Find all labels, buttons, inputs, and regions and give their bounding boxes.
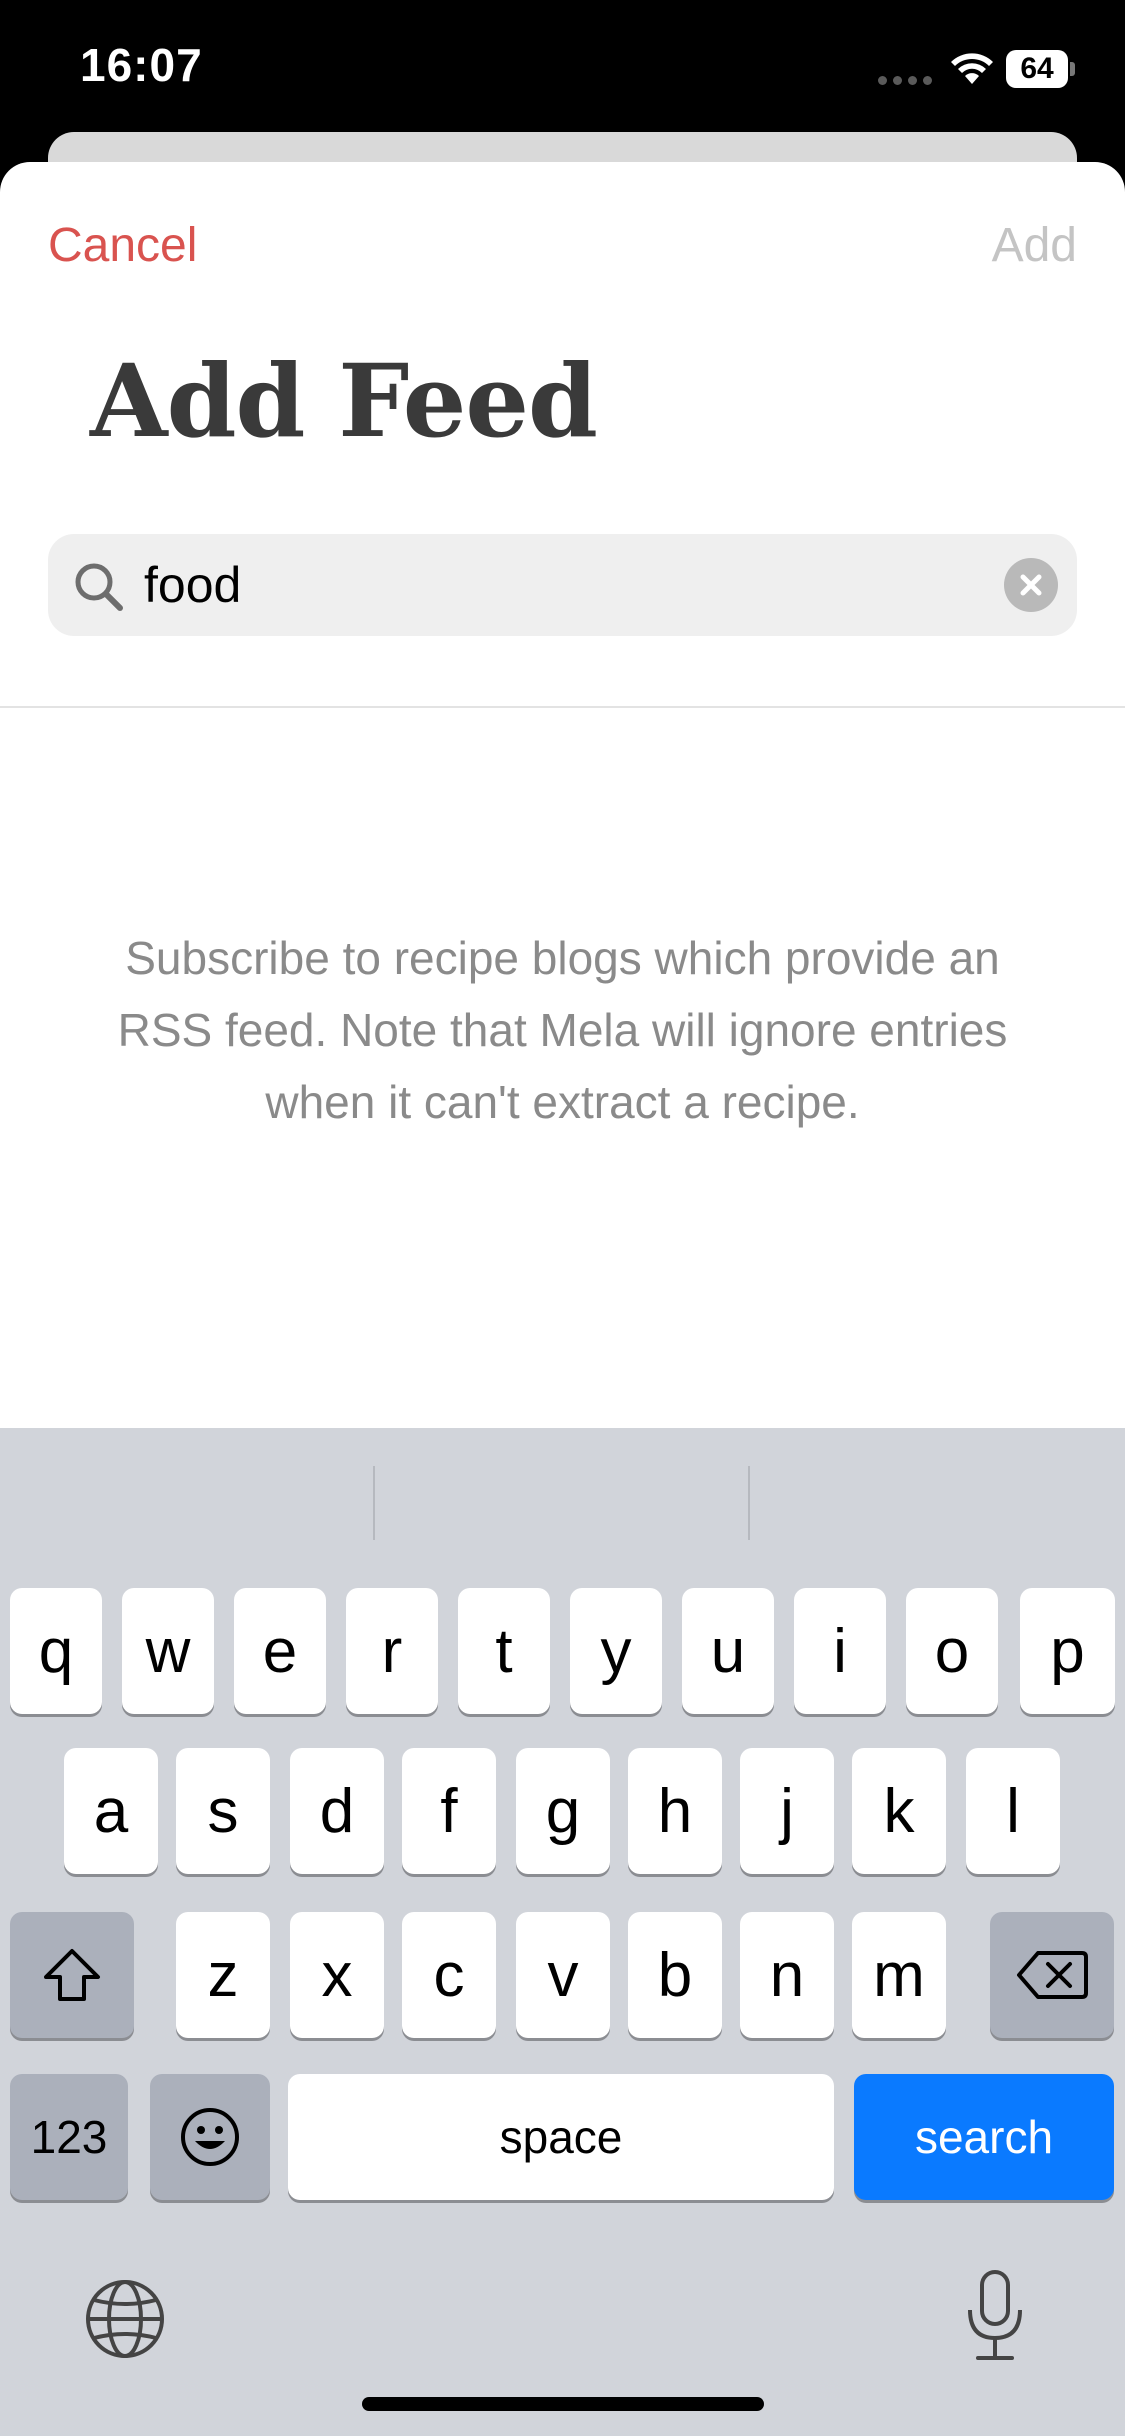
shift-icon [44, 1949, 100, 2001]
key-g[interactable]: g [516, 1748, 610, 1874]
divider [0, 706, 1125, 708]
key-k[interactable]: k [852, 1748, 946, 1874]
wifi-icon [951, 53, 993, 84]
info-text: Subscribe to recipe blogs which provide … [117, 932, 1008, 1128]
key-a[interactable]: a [64, 1748, 158, 1874]
cancel-button[interactable]: Cancel [48, 218, 197, 273]
status-bar: 16:07 64 [0, 0, 1125, 132]
key-f[interactable]: f [402, 1748, 496, 1874]
page-title: Add Feed [90, 342, 598, 460]
clear-search-icon[interactable] [1004, 558, 1058, 612]
key-p[interactable]: p [1020, 1588, 1115, 1714]
key-z[interactable]: z [176, 1912, 270, 2038]
key-y[interactable]: y [570, 1588, 662, 1714]
key-m[interactable]: m [852, 1912, 946, 2038]
globe-icon[interactable] [84, 2278, 166, 2360]
key-x[interactable]: x [290, 1912, 384, 2038]
key-l[interactable]: l [966, 1748, 1060, 1874]
prediction-separator [748, 1466, 750, 1540]
key-j[interactable]: j [740, 1748, 834, 1874]
key-d[interactable]: d [290, 1748, 384, 1874]
battery-level: 64 [1006, 50, 1068, 88]
key-u[interactable]: u [682, 1588, 774, 1714]
microphone-icon[interactable] [964, 2268, 1026, 2364]
key-h[interactable]: h [628, 1748, 722, 1874]
delete-key[interactable] [990, 1912, 1114, 2038]
emoji-icon [181, 2108, 239, 2166]
key-c[interactable]: c [402, 1912, 496, 2038]
add-feed-sheet: Cancel Add Add Feed Subscribe to recipe … [0, 162, 1125, 1428]
backspace-icon [1017, 1951, 1088, 1999]
prediction-separator [373, 1466, 375, 1540]
key-t[interactable]: t [458, 1588, 550, 1714]
emoji-key[interactable] [150, 2074, 270, 2200]
battery-icon: 64 [1006, 50, 1076, 88]
numbers-key[interactable]: 123 [10, 2074, 128, 2200]
search-icon [75, 563, 123, 611]
search-bar[interactable] [48, 534, 1077, 636]
search-input[interactable] [144, 534, 1024, 636]
keyboard: q w e r t y u i o p a s d f g h j k l z … [0, 1428, 1125, 2436]
key-q[interactable]: q [10, 1588, 102, 1714]
key-n[interactable]: n [740, 1912, 834, 2038]
key-s[interactable]: s [176, 1748, 270, 1874]
key-b[interactable]: b [628, 1912, 722, 2038]
key-v[interactable]: v [516, 1912, 610, 2038]
key-o[interactable]: o [906, 1588, 998, 1714]
add-button[interactable]: Add [992, 218, 1077, 273]
shift-key[interactable] [10, 1912, 134, 2038]
cellular-signal-icon [878, 76, 934, 86]
space-key[interactable]: space [288, 2074, 834, 2200]
search-key[interactable]: search [854, 2074, 1114, 2200]
key-r[interactable]: r [346, 1588, 438, 1714]
key-i[interactable]: i [794, 1588, 886, 1714]
home-indicator [362, 2397, 764, 2411]
key-e[interactable]: e [234, 1588, 326, 1714]
status-time: 16:07 [80, 39, 203, 91]
key-w[interactable]: w [122, 1588, 214, 1714]
